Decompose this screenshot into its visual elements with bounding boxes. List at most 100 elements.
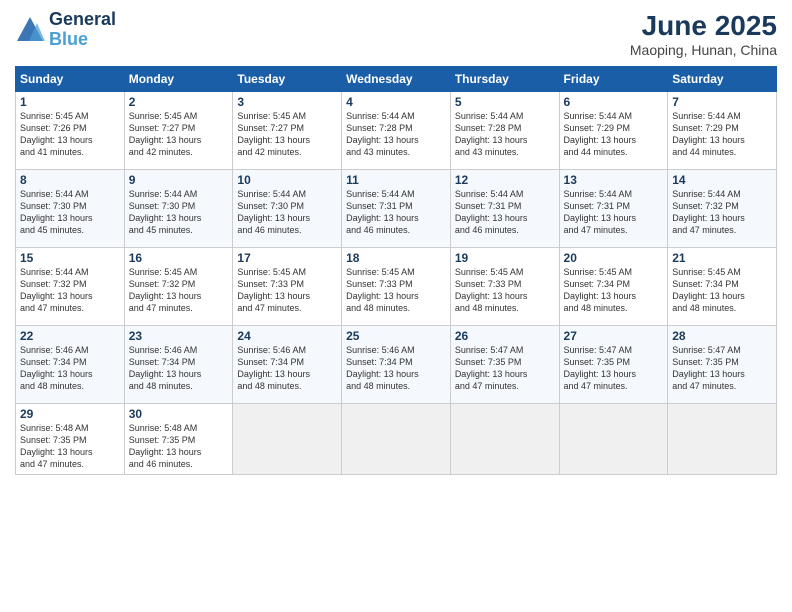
logo: General Blue xyxy=(15,10,116,50)
table-row: 26Sunrise: 5:47 AM Sunset: 7:35 PM Dayli… xyxy=(450,326,559,404)
day-number: 26 xyxy=(455,329,555,343)
day-number: 6 xyxy=(564,95,664,109)
day-number: 25 xyxy=(346,329,446,343)
logo-line2: Blue xyxy=(49,30,116,50)
table-row: 21Sunrise: 5:45 AM Sunset: 7:34 PM Dayli… xyxy=(668,248,777,326)
day-number: 21 xyxy=(672,251,772,265)
table-row: 16Sunrise: 5:45 AM Sunset: 7:32 PM Dayli… xyxy=(124,248,233,326)
table-row: 12Sunrise: 5:44 AM Sunset: 7:31 PM Dayli… xyxy=(450,170,559,248)
table-row: 27Sunrise: 5:47 AM Sunset: 7:35 PM Dayli… xyxy=(559,326,668,404)
calendar-table: Sunday Monday Tuesday Wednesday Thursday… xyxy=(15,66,777,475)
day-info: Sunrise: 5:46 AM Sunset: 7:34 PM Dayligh… xyxy=(129,344,229,393)
day-number: 29 xyxy=(20,407,120,421)
day-info: Sunrise: 5:45 AM Sunset: 7:33 PM Dayligh… xyxy=(455,266,555,315)
table-row: 15Sunrise: 5:44 AM Sunset: 7:32 PM Dayli… xyxy=(16,248,125,326)
col-saturday: Saturday xyxy=(668,67,777,92)
day-info: Sunrise: 5:44 AM Sunset: 7:31 PM Dayligh… xyxy=(346,188,446,237)
day-info: Sunrise: 5:44 AM Sunset: 7:29 PM Dayligh… xyxy=(564,110,664,159)
table-row: 5Sunrise: 5:44 AM Sunset: 7:28 PM Daylig… xyxy=(450,92,559,170)
table-row xyxy=(668,404,777,475)
table-row: 8Sunrise: 5:44 AM Sunset: 7:30 PM Daylig… xyxy=(16,170,125,248)
day-info: Sunrise: 5:46 AM Sunset: 7:34 PM Dayligh… xyxy=(237,344,337,393)
day-info: Sunrise: 5:45 AM Sunset: 7:26 PM Dayligh… xyxy=(20,110,120,159)
col-thursday: Thursday xyxy=(450,67,559,92)
table-row: 4Sunrise: 5:44 AM Sunset: 7:28 PM Daylig… xyxy=(342,92,451,170)
day-number: 8 xyxy=(20,173,120,187)
logo-icon xyxy=(15,15,45,45)
logo-line1: General xyxy=(49,10,116,30)
day-number: 17 xyxy=(237,251,337,265)
day-number: 14 xyxy=(672,173,772,187)
day-number: 23 xyxy=(129,329,229,343)
table-row: 7Sunrise: 5:44 AM Sunset: 7:29 PM Daylig… xyxy=(668,92,777,170)
day-info: Sunrise: 5:45 AM Sunset: 7:27 PM Dayligh… xyxy=(129,110,229,159)
table-row: 29Sunrise: 5:48 AM Sunset: 7:35 PM Dayli… xyxy=(16,404,125,475)
col-friday: Friday xyxy=(559,67,668,92)
day-info: Sunrise: 5:47 AM Sunset: 7:35 PM Dayligh… xyxy=(672,344,772,393)
table-row: 9Sunrise: 5:44 AM Sunset: 7:30 PM Daylig… xyxy=(124,170,233,248)
day-info: Sunrise: 5:45 AM Sunset: 7:32 PM Dayligh… xyxy=(129,266,229,315)
table-row: 22Sunrise: 5:46 AM Sunset: 7:34 PM Dayli… xyxy=(16,326,125,404)
day-number: 2 xyxy=(129,95,229,109)
table-row: 18Sunrise: 5:45 AM Sunset: 7:33 PM Dayli… xyxy=(342,248,451,326)
table-row xyxy=(450,404,559,475)
table-row: 30Sunrise: 5:48 AM Sunset: 7:35 PM Dayli… xyxy=(124,404,233,475)
table-row xyxy=(559,404,668,475)
day-info: Sunrise: 5:44 AM Sunset: 7:30 PM Dayligh… xyxy=(129,188,229,237)
day-info: Sunrise: 5:44 AM Sunset: 7:32 PM Dayligh… xyxy=(672,188,772,237)
day-info: Sunrise: 5:44 AM Sunset: 7:30 PM Dayligh… xyxy=(237,188,337,237)
table-row: 6Sunrise: 5:44 AM Sunset: 7:29 PM Daylig… xyxy=(559,92,668,170)
table-row: 13Sunrise: 5:44 AM Sunset: 7:31 PM Dayli… xyxy=(559,170,668,248)
day-number: 28 xyxy=(672,329,772,343)
day-info: Sunrise: 5:44 AM Sunset: 7:32 PM Dayligh… xyxy=(20,266,120,315)
table-row xyxy=(342,404,451,475)
day-number: 11 xyxy=(346,173,446,187)
day-number: 27 xyxy=(564,329,664,343)
day-number: 5 xyxy=(455,95,555,109)
col-tuesday: Tuesday xyxy=(233,67,342,92)
table-row: 14Sunrise: 5:44 AM Sunset: 7:32 PM Dayli… xyxy=(668,170,777,248)
day-info: Sunrise: 5:44 AM Sunset: 7:31 PM Dayligh… xyxy=(455,188,555,237)
day-number: 7 xyxy=(672,95,772,109)
table-row: 1Sunrise: 5:45 AM Sunset: 7:26 PM Daylig… xyxy=(16,92,125,170)
page-header: General Blue June 2025 Maoping, Hunan, C… xyxy=(15,10,777,58)
col-wednesday: Wednesday xyxy=(342,67,451,92)
table-row: 28Sunrise: 5:47 AM Sunset: 7:35 PM Dayli… xyxy=(668,326,777,404)
table-row: 3Sunrise: 5:45 AM Sunset: 7:27 PM Daylig… xyxy=(233,92,342,170)
day-info: Sunrise: 5:45 AM Sunset: 7:34 PM Dayligh… xyxy=(564,266,664,315)
day-info: Sunrise: 5:46 AM Sunset: 7:34 PM Dayligh… xyxy=(20,344,120,393)
table-row: 23Sunrise: 5:46 AM Sunset: 7:34 PM Dayli… xyxy=(124,326,233,404)
day-info: Sunrise: 5:45 AM Sunset: 7:34 PM Dayligh… xyxy=(672,266,772,315)
day-number: 12 xyxy=(455,173,555,187)
col-monday: Monday xyxy=(124,67,233,92)
month-title: June 2025 xyxy=(630,10,777,42)
table-row xyxy=(233,404,342,475)
col-sunday: Sunday xyxy=(16,67,125,92)
day-number: 22 xyxy=(20,329,120,343)
day-info: Sunrise: 5:47 AM Sunset: 7:35 PM Dayligh… xyxy=(564,344,664,393)
day-number: 3 xyxy=(237,95,337,109)
day-number: 19 xyxy=(455,251,555,265)
day-number: 24 xyxy=(237,329,337,343)
table-row: 10Sunrise: 5:44 AM Sunset: 7:30 PM Dayli… xyxy=(233,170,342,248)
table-row: 24Sunrise: 5:46 AM Sunset: 7:34 PM Dayli… xyxy=(233,326,342,404)
day-number: 13 xyxy=(564,173,664,187)
table-row: 19Sunrise: 5:45 AM Sunset: 7:33 PM Dayli… xyxy=(450,248,559,326)
day-info: Sunrise: 5:45 AM Sunset: 7:33 PM Dayligh… xyxy=(237,266,337,315)
day-number: 15 xyxy=(20,251,120,265)
day-info: Sunrise: 5:45 AM Sunset: 7:27 PM Dayligh… xyxy=(237,110,337,159)
day-info: Sunrise: 5:44 AM Sunset: 7:31 PM Dayligh… xyxy=(564,188,664,237)
day-info: Sunrise: 5:46 AM Sunset: 7:34 PM Dayligh… xyxy=(346,344,446,393)
day-info: Sunrise: 5:44 AM Sunset: 7:29 PM Dayligh… xyxy=(672,110,772,159)
day-number: 16 xyxy=(129,251,229,265)
day-info: Sunrise: 5:44 AM Sunset: 7:28 PM Dayligh… xyxy=(346,110,446,159)
title-block: June 2025 Maoping, Hunan, China xyxy=(630,10,777,58)
table-row: 11Sunrise: 5:44 AM Sunset: 7:31 PM Dayli… xyxy=(342,170,451,248)
table-row: 17Sunrise: 5:45 AM Sunset: 7:33 PM Dayli… xyxy=(233,248,342,326)
day-info: Sunrise: 5:47 AM Sunset: 7:35 PM Dayligh… xyxy=(455,344,555,393)
table-row: 20Sunrise: 5:45 AM Sunset: 7:34 PM Dayli… xyxy=(559,248,668,326)
day-number: 10 xyxy=(237,173,337,187)
day-number: 1 xyxy=(20,95,120,109)
location: Maoping, Hunan, China xyxy=(630,42,777,58)
table-row: 25Sunrise: 5:46 AM Sunset: 7:34 PM Dayli… xyxy=(342,326,451,404)
